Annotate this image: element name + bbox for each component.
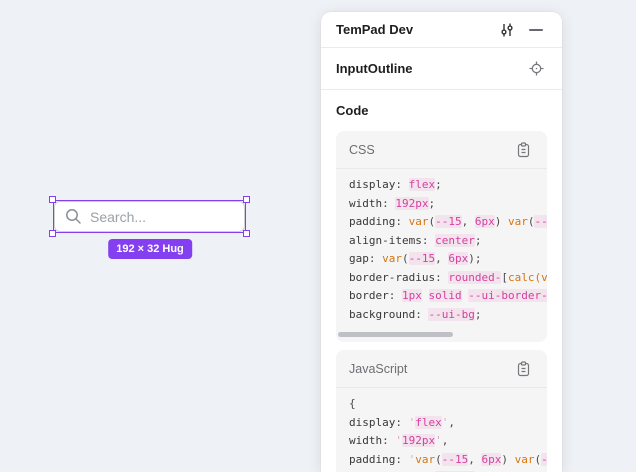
search-placeholder-text: Search... [90, 209, 146, 225]
css-block-label: CSS [349, 143, 512, 157]
panel-title: TemPad Dev [336, 22, 496, 37]
code-section-title: Code [336, 103, 547, 118]
javascript-code-area[interactable]: { display: 'flex', width: '192px', paddi… [336, 388, 547, 472]
tempad-dev-panel: TemPad Dev InputOutline [321, 12, 562, 472]
component-name: InputOutline [336, 61, 525, 76]
javascript-block-label: JavaScript [349, 362, 512, 376]
crosshair-locate-icon[interactable] [525, 58, 547, 80]
code-section: Code CSS display: flex;width: 192px;padd… [321, 90, 562, 472]
horizontal-scrollbar [338, 332, 545, 337]
selection-handle-bottom-right[interactable] [243, 230, 250, 237]
minimize-icon[interactable] [525, 19, 547, 41]
scrollbar-thumb[interactable] [338, 332, 453, 337]
css-block-header: CSS [336, 131, 547, 169]
panel-header: TemPad Dev [321, 12, 562, 48]
copy-clipboard-icon[interactable] [512, 139, 534, 161]
search-input-component[interactable]: Search... [54, 201, 245, 232]
css-code-block: CSS display: flex;width: 192px;padding: … [336, 131, 547, 342]
selected-component-row: InputOutline [321, 48, 562, 90]
javascript-code-block: JavaScript { display: 'flex', width: '19… [336, 350, 547, 472]
search-icon [65, 208, 82, 225]
settings-sliders-icon[interactable] [496, 19, 518, 41]
selection-handle-bottom-left[interactable] [49, 230, 56, 237]
javascript-block-header: JavaScript [336, 350, 547, 388]
copy-clipboard-icon[interactable] [512, 358, 534, 380]
selection-size-badge: 192 × 32 Hug [108, 239, 192, 259]
selection-handle-top-right[interactable] [243, 196, 250, 203]
css-code-area[interactable]: display: flex;width: 192px;padding: var(… [336, 169, 547, 328]
